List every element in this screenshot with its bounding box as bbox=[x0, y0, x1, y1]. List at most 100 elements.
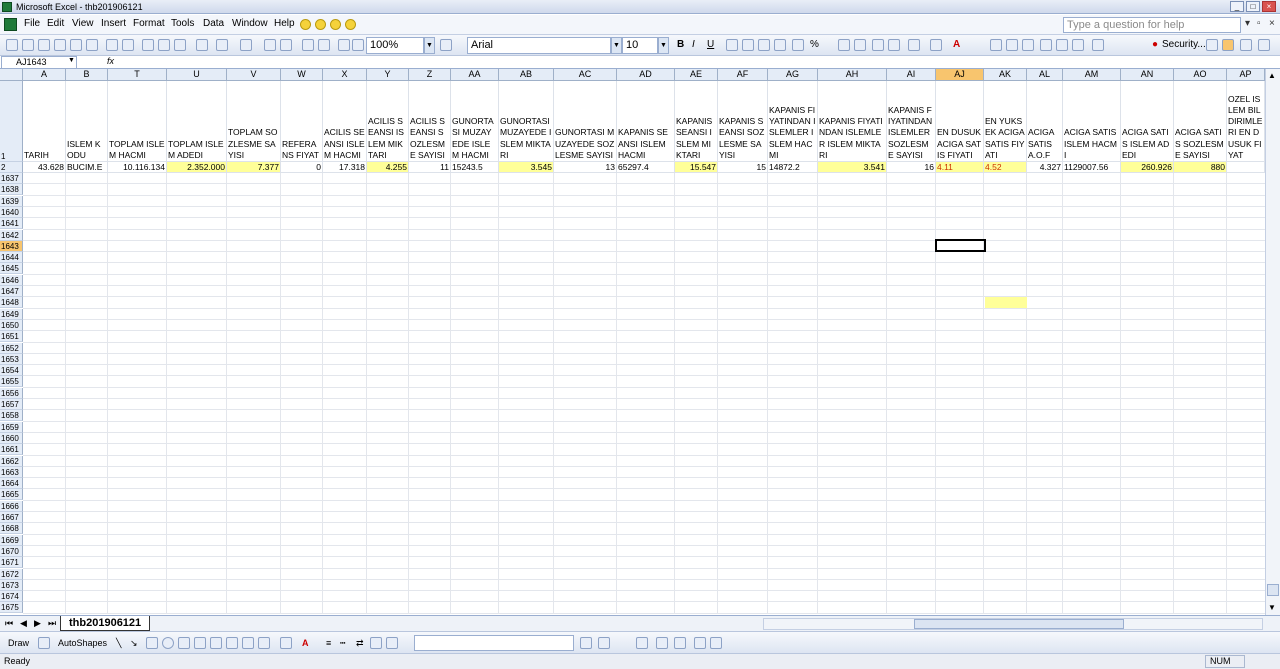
data-cell[interactable]: 880 bbox=[1174, 162, 1227, 173]
data-cell[interactable]: 2.352.000 bbox=[167, 162, 227, 173]
column-header-v[interactable]: V bbox=[227, 69, 281, 81]
header-cell[interactable]: TARIH bbox=[23, 81, 66, 162]
row-header[interactable]: 1641 bbox=[0, 218, 23, 229]
toolbar-options-icon[interactable] bbox=[580, 637, 592, 649]
column-header-b[interactable]: B bbox=[66, 69, 108, 81]
vertical-scroll-thumb[interactable] bbox=[1267, 584, 1279, 596]
toolbar-options-icon[interactable] bbox=[990, 39, 1002, 51]
row-header[interactable]: 1649 bbox=[0, 309, 23, 320]
header-cell[interactable]: ACIGA SATIS ISLEM ADEDI bbox=[1121, 81, 1174, 162]
macro-icon[interactable] bbox=[1206, 39, 1218, 51]
font-size-field[interactable]: 10 bbox=[622, 37, 658, 54]
borders-icon[interactable] bbox=[908, 39, 920, 51]
line-color-icon[interactable] bbox=[280, 637, 292, 649]
smiley-icon[interactable] bbox=[300, 19, 311, 30]
row-header[interactable]: 1647 bbox=[0, 286, 23, 297]
data-cell[interactable]: 15243.5 bbox=[451, 162, 499, 173]
row-header[interactable]: 1651 bbox=[0, 331, 23, 342]
data-cell[interactable]: 65297.4 bbox=[617, 162, 675, 173]
row-header[interactable]: 1656 bbox=[0, 388, 23, 399]
drawing-icon[interactable] bbox=[352, 39, 364, 51]
menu-file[interactable]: File bbox=[24, 18, 40, 29]
header-cell[interactable]: KAPANIS SEANSI ISLEM HACMI bbox=[617, 81, 675, 162]
chart-wizard-icon[interactable] bbox=[338, 39, 350, 51]
save-icon[interactable] bbox=[38, 39, 50, 51]
row-header[interactable]: 1652 bbox=[0, 343, 23, 354]
data-cell[interactable]: 13 bbox=[554, 162, 617, 173]
toolbar-options-icon[interactable] bbox=[1258, 39, 1270, 51]
toolbar-options-icon[interactable] bbox=[1056, 39, 1068, 51]
restore-window-icon[interactable]: ▫ bbox=[1257, 18, 1261, 29]
percent-icon[interactable]: % bbox=[810, 39, 819, 50]
row-header[interactable]: 1658 bbox=[0, 410, 23, 421]
data-cell[interactable]: 7.377 bbox=[227, 162, 281, 173]
zoom-field[interactable]: 100% bbox=[366, 37, 424, 54]
row-header[interactable]: 1650 bbox=[0, 320, 23, 331]
minimize-button[interactable]: _ bbox=[1230, 1, 1244, 12]
row-header[interactable]: 1661 bbox=[0, 444, 23, 455]
help-dropdown-icon[interactable]: ▾ bbox=[1245, 18, 1250, 29]
header-cell[interactable]: ACIGA SATIS A.O.F bbox=[1027, 81, 1063, 162]
menu-tools[interactable]: Tools bbox=[171, 18, 194, 29]
permission-icon[interactable] bbox=[54, 39, 66, 51]
highlighted-cell[interactable] bbox=[985, 297, 1027, 308]
column-header-ah[interactable]: AH bbox=[818, 69, 887, 81]
3d-icon[interactable] bbox=[386, 637, 398, 649]
row-header[interactable]: 1673 bbox=[0, 580, 23, 591]
print-preview-icon[interactable] bbox=[86, 39, 98, 51]
italic-icon[interactable]: I bbox=[692, 39, 695, 50]
toolbar-options-icon[interactable] bbox=[1006, 39, 1018, 51]
sheet-tab[interactable]: thb201906121 bbox=[60, 616, 151, 631]
autosum-icon[interactable] bbox=[280, 39, 292, 51]
data-cell[interactable]: 10.116.134 bbox=[108, 162, 167, 173]
row-header[interactable]: 1640 bbox=[0, 207, 23, 218]
data-cell[interactable]: 4.11 bbox=[936, 162, 984, 173]
menu-insert[interactable]: Insert bbox=[101, 18, 126, 29]
header-cell[interactable]: KAPANIS FIYATINDAN ISLEMLER ISLEM HACMI bbox=[768, 81, 818, 162]
picture-icon[interactable] bbox=[242, 637, 254, 649]
row-header[interactable]: 1668 bbox=[0, 523, 23, 534]
scroll-down-icon[interactable]: ▼ bbox=[1268, 603, 1276, 612]
row-header[interactable]: 1638 bbox=[0, 184, 23, 195]
open-icon[interactable] bbox=[22, 39, 34, 51]
font-color-icon[interactable]: A bbox=[953, 39, 960, 50]
header-cell[interactable]: KAPANIS FIYATINDAN ISLEMLER ISLEM MIKTAR… bbox=[818, 81, 887, 162]
align-center-icon[interactable] bbox=[742, 39, 754, 51]
data-cell[interactable]: 15.547 bbox=[675, 162, 718, 173]
row-header[interactable]: 1645 bbox=[0, 263, 23, 274]
header-cell[interactable]: EN DUSUK ACIGA SATIS FIYATI bbox=[936, 81, 984, 162]
security-button[interactable]: Security... bbox=[1162, 39, 1206, 50]
smiley-icon[interactable] bbox=[330, 19, 341, 30]
row-header[interactable]: 1666 bbox=[0, 501, 23, 512]
copy-icon[interactable] bbox=[158, 39, 170, 51]
column-header-ao[interactable]: AO bbox=[1174, 69, 1227, 81]
sort-ascending-icon[interactable] bbox=[302, 39, 314, 51]
align-left-icon[interactable] bbox=[726, 39, 738, 51]
toolbar-options-icon[interactable] bbox=[1040, 39, 1052, 51]
document-icon[interactable] bbox=[4, 18, 17, 31]
header-cell[interactable]: GUNORTASI MUZAYEDE SOZLESME SAYISI bbox=[554, 81, 617, 162]
row-header[interactable]: 1674 bbox=[0, 591, 23, 602]
row-header[interactable]: 1663 bbox=[0, 467, 23, 478]
toolbar-options-icon[interactable] bbox=[710, 637, 722, 649]
sort-descending-icon[interactable] bbox=[318, 39, 330, 51]
row-header[interactable]: 1653 bbox=[0, 354, 23, 365]
row-header[interactable]: 1667 bbox=[0, 512, 23, 523]
header-cell[interactable]: TOPLAM SOZLESME SAYISI bbox=[227, 81, 281, 162]
menu-help[interactable]: Help bbox=[274, 18, 295, 29]
header-cell[interactable]: TOPLAM ISLEM HACMI bbox=[108, 81, 167, 162]
horizontal-scrollbar[interactable] bbox=[763, 618, 1263, 630]
research-icon[interactable] bbox=[122, 39, 134, 51]
help-icon[interactable] bbox=[440, 39, 452, 51]
toolbar-options-icon[interactable] bbox=[598, 637, 610, 649]
column-header-ai[interactable]: AI bbox=[887, 69, 936, 81]
close-button[interactable]: × bbox=[1262, 1, 1276, 12]
column-header-w[interactable]: W bbox=[281, 69, 323, 81]
menu-edit[interactable]: Edit bbox=[47, 18, 64, 29]
oval-icon[interactable] bbox=[162, 637, 174, 649]
spelling-icon[interactable] bbox=[106, 39, 118, 51]
data-cell[interactable]: 11 bbox=[409, 162, 451, 173]
data-cell[interactable]: BUCIM.E bbox=[66, 162, 108, 173]
first-sheet-icon[interactable]: ⏮ bbox=[5, 618, 13, 629]
arrow-icon[interactable]: ↘ bbox=[130, 638, 138, 649]
